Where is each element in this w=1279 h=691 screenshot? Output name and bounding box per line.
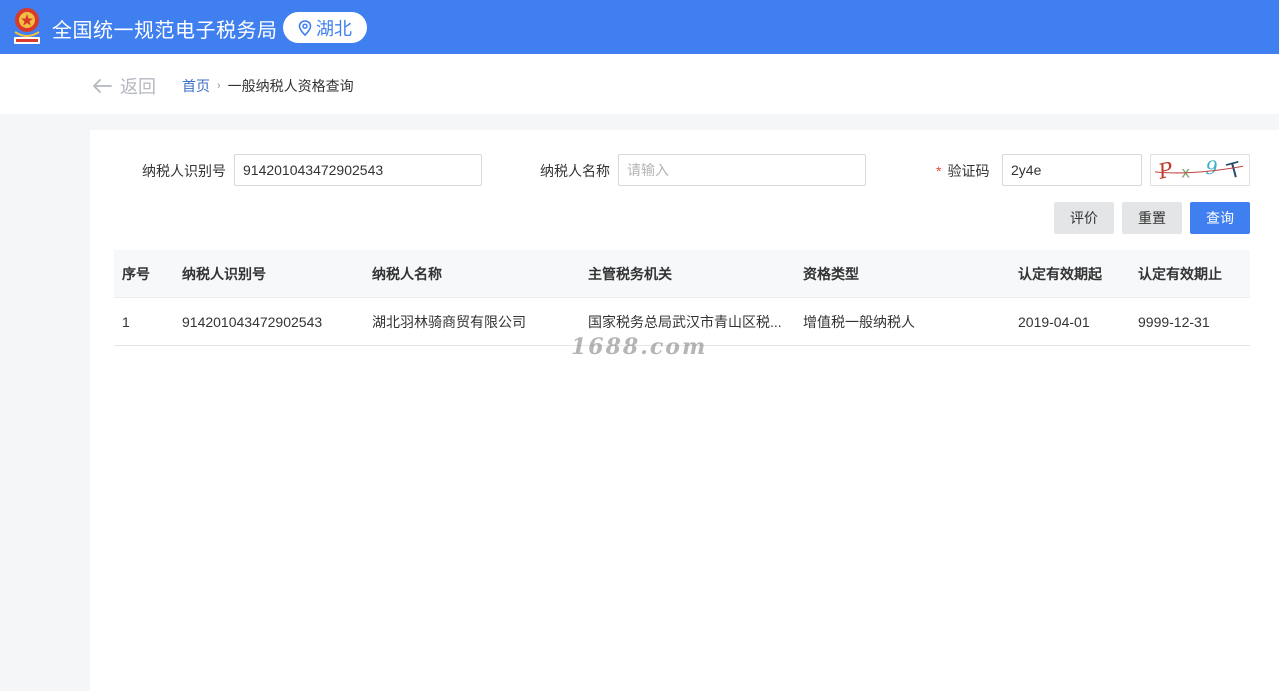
tax-emblem-icon (14, 8, 40, 44)
table-cell: 增值税一般纳税人 (803, 314, 915, 330)
location-pin-icon (298, 19, 312, 36)
table-header: 序号 纳税人识别号 纳税人名称 主管税务机关 资格类型 认定有效期起 认定有效期… (114, 250, 1250, 298)
results-table: 序号 纳税人识别号 纳税人名称 主管税务机关 资格类型 认定有效期起 认定有效期… (114, 250, 1250, 346)
column-header: 序号 (122, 266, 150, 282)
arrow-left-icon (93, 79, 112, 93)
table-cell: 湖北羽林骑商贸有限公司 (372, 314, 526, 330)
svg-text:T: T (1224, 157, 1244, 184)
required-mark: * (936, 163, 942, 179)
taxpayer-name-label: 纳税人名称 (540, 163, 610, 179)
captcha-label: 验证码 (947, 163, 990, 179)
column-header: 资格类型 (803, 266, 859, 282)
captcha-image[interactable]: P x 9 T (1150, 154, 1250, 186)
taxpayer-id-input[interactable] (234, 154, 482, 186)
chevron-right-icon: › (217, 80, 221, 92)
taxpayer-name-input[interactable] (618, 154, 866, 186)
captcha-input[interactable] (1002, 154, 1142, 186)
captcha-label-group: * 验证码 (936, 161, 989, 181)
svg-text:P: P (1155, 157, 1176, 184)
query-button[interactable]: 查询 (1190, 202, 1250, 234)
reset-button[interactable]: 重置 (1122, 202, 1182, 234)
column-header: 纳税人识别号 (182, 266, 266, 282)
table-cell: 914201043472902543 (182, 314, 323, 330)
table-cell: 9999-12-31 (1138, 314, 1210, 330)
watermark: 1688.com (571, 334, 708, 360)
breadcrumb: 首页 › 一般纳税人资格查询 (182, 76, 354, 96)
top-bar: 全国统一规范电子税务局 湖北 (0, 0, 1279, 54)
column-header: 认定有效期止 (1138, 266, 1222, 282)
table-cell: 2019-04-01 (1018, 314, 1090, 330)
taxpayer-id-label: 纳税人识别号 (142, 163, 226, 179)
column-header: 认定有效期起 (1018, 266, 1102, 282)
region-label: 湖北 (316, 18, 352, 39)
query-panel: 纳税人识别号 纳税人名称 * 验证码 P x 9 T 评价 重置 查询 序号 纳税… (90, 130, 1279, 691)
breadcrumb-current: 一般纳税人资格查询 (227, 78, 354, 94)
evaluate-button[interactable]: 评价 (1054, 202, 1114, 234)
column-header: 主管税务机关 (588, 266, 672, 282)
region-selector[interactable]: 湖北 (283, 12, 367, 43)
breadcrumb-home-link[interactable]: 首页 (182, 76, 210, 96)
site-title: 全国统一规范电子税务局 (52, 20, 278, 42)
svg-text:9: 9 (1206, 158, 1218, 179)
back-button[interactable]: 返回 (92, 73, 156, 99)
table-cell: 1 (122, 314, 130, 330)
column-header: 纳税人名称 (372, 266, 442, 282)
back-label: 返回 (120, 77, 156, 97)
